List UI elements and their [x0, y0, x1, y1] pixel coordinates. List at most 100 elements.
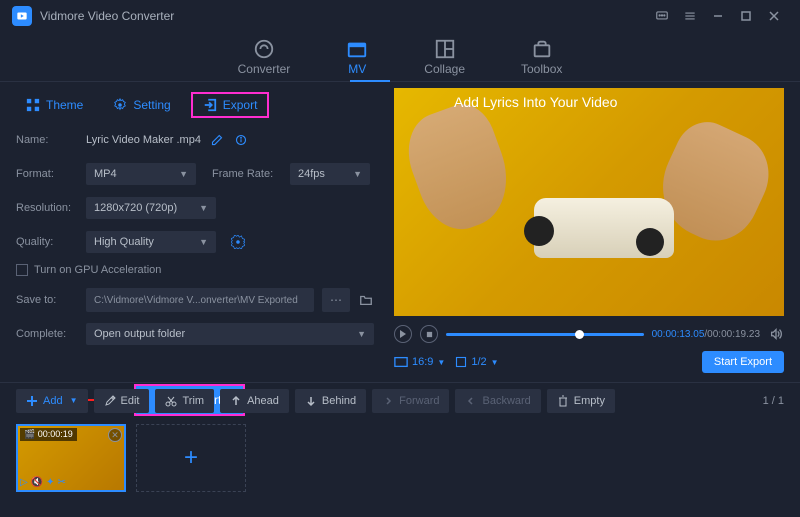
format-label: Format: — [16, 168, 78, 180]
behind-label: Behind — [322, 395, 356, 407]
left-panel: Theme Setting Export Name: Lyric Video M… — [0, 82, 390, 382]
behind-button[interactable]: Behind — [295, 389, 366, 413]
backward-button[interactable]: Backward — [455, 389, 540, 413]
quality-select[interactable]: High Quality ▼ — [86, 231, 216, 253]
clips-strip: 🎬 00:00:19 ✕ ▷ 🔇 ✦ ✂ + — [0, 418, 800, 498]
chevron-down-icon: ▼ — [437, 358, 445, 367]
resolution-select[interactable]: 1280x720 (720p)▼ — [86, 197, 216, 219]
tab-converter[interactable]: Converter — [230, 34, 299, 80]
sub-tabs: Theme Setting Export — [16, 90, 374, 120]
page-select[interactable]: 1/2 ▼ — [455, 356, 498, 368]
preview-scene — [394, 88, 784, 316]
progress-bar[interactable] — [446, 333, 644, 336]
preview-hand — [396, 96, 522, 240]
stop-button[interactable] — [420, 325, 438, 343]
maximize-button[interactable] — [732, 2, 760, 30]
chevron-down-icon: ▼ — [491, 358, 499, 367]
total-time: 00:00:19.23 — [707, 329, 760, 340]
minimize-button[interactable] — [704, 2, 732, 30]
complete-label: Complete: — [16, 328, 78, 340]
saveto-more-button[interactable]: ⋯ — [322, 288, 350, 312]
time-display: 00:00:13.05/00:00:19.23 — [652, 329, 760, 340]
quality-value: High Quality — [94, 236, 154, 248]
open-folder-icon[interactable] — [358, 292, 374, 308]
framerate-select[interactable]: 24fps ▼ — [290, 163, 370, 185]
format-value: MP4 — [94, 168, 117, 180]
name-value: Lyric Video Maker .mp4 — [86, 134, 201, 146]
sub-tab-theme[interactable]: Theme — [16, 94, 93, 116]
trim-label: Trim — [182, 395, 204, 407]
trim-button[interactable]: Trim — [155, 389, 214, 413]
sub-tab-setting[interactable]: Setting — [103, 94, 180, 116]
saveto-label: Save to: — [16, 294, 78, 306]
add-button[interactable]: Add ▼ — [16, 389, 88, 413]
tab-toolbox-label: Toolbox — [521, 62, 562, 76]
page-value: 1/2 — [471, 356, 486, 368]
tab-converter-label: Converter — [238, 62, 291, 76]
close-button[interactable] — [760, 2, 788, 30]
clip-trim-icon[interactable]: ✂ — [58, 477, 66, 488]
gpu-checkbox[interactable] — [16, 264, 28, 276]
add-clip-button[interactable]: + — [136, 424, 246, 492]
chevron-down-icon: ▼ — [357, 329, 366, 339]
feedback-icon[interactable] — [648, 2, 676, 30]
tab-collage-label: Collage — [424, 62, 465, 76]
tab-mv[interactable]: MV — [338, 34, 376, 80]
sub-tab-setting-label: Setting — [133, 98, 170, 112]
complete-select[interactable]: Open output folder ▼ — [86, 323, 374, 345]
format-select[interactable]: MP4 ▼ — [86, 163, 196, 185]
gpu-label: Turn on GPU Acceleration — [34, 264, 161, 276]
forward-label: Forward — [399, 395, 439, 407]
info-icon[interactable] — [233, 132, 249, 148]
preview-lyrics-text: Add Lyrics Into Your Video — [454, 94, 617, 110]
menu-icon[interactable] — [676, 2, 704, 30]
app-title: Vidmore Video Converter — [40, 9, 174, 23]
tab-underline — [350, 80, 390, 82]
tab-collage[interactable]: Collage — [416, 34, 473, 80]
app-logo — [12, 6, 32, 26]
empty-label: Empty — [574, 395, 605, 407]
preview-car — [534, 198, 674, 258]
play-button[interactable] — [394, 325, 412, 343]
player-controls: 00:00:13.05/00:00:19.23 — [394, 320, 784, 348]
name-label: Name: — [16, 134, 78, 146]
page-indicator: 1 / 1 — [763, 395, 784, 407]
chevron-down-icon: ▼ — [70, 396, 78, 405]
clip-thumbnail[interactable]: 🎬 00:00:19 ✕ ▷ 🔇 ✦ ✂ — [16, 424, 126, 492]
player-row-2: 16:9 ▼ 1/2 ▼ Start Export — [394, 348, 784, 376]
current-time: 00:00:13.05 — [652, 329, 705, 340]
sub-tab-theme-label: Theme — [46, 98, 83, 112]
video-preview[interactable]: Add Lyrics Into Your Video — [394, 88, 784, 316]
clip-duration: 🎬 00:00:19 — [20, 428, 77, 441]
sub-tab-export-label: Export — [223, 98, 258, 112]
chevron-down-icon: ▼ — [199, 203, 208, 213]
aspect-value: 16:9 — [412, 356, 433, 368]
tab-toolbox[interactable]: Toolbox — [513, 34, 570, 80]
backward-label: Backward — [482, 395, 530, 407]
resolution-label: Resolution: — [16, 202, 78, 214]
chevron-down-icon: ▼ — [353, 169, 362, 179]
complete-value: Open output folder — [94, 328, 185, 340]
empty-button[interactable]: Empty — [547, 389, 615, 413]
chevron-down-icon: ▼ — [179, 169, 188, 179]
sub-tab-export[interactable]: Export — [191, 92, 270, 118]
chevron-down-icon: ▼ — [199, 237, 208, 247]
add-label: Add — [43, 395, 63, 407]
start-export-button-small[interactable]: Start Export — [702, 351, 784, 373]
aspect-ratio-select[interactable]: 16:9 ▼ — [394, 356, 445, 368]
clip-remove-icon[interactable]: ✕ — [108, 428, 122, 442]
saveto-path[interactable]: C:\Vidmore\Vidmore V...onverter\MV Expor… — [86, 288, 314, 312]
clip-tool-icons: ▷ 🔇 ✦ ✂ — [20, 477, 66, 488]
quality-settings-icon[interactable] — [230, 234, 246, 250]
forward-button[interactable]: Forward — [372, 389, 449, 413]
volume-icon[interactable] — [768, 326, 784, 342]
edit-label: Edit — [121, 395, 140, 407]
edit-button[interactable]: Edit — [94, 389, 150, 413]
tab-mv-label: MV — [348, 62, 366, 76]
clip-play-icon[interactable]: ▷ — [20, 477, 28, 488]
edit-name-icon[interactable] — [209, 132, 225, 148]
framerate-value: 24fps — [298, 168, 325, 180]
clip-mute-icon[interactable]: 🔇 — [31, 477, 43, 488]
ahead-button[interactable]: Ahead — [220, 389, 289, 413]
clip-effect-icon[interactable]: ✦ — [46, 477, 54, 488]
